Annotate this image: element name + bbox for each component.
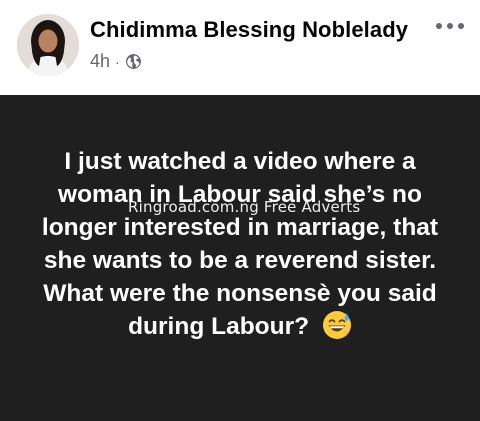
author-name[interactable]: Chidimma Blessing Noblelady (90, 17, 408, 43)
watermark-text: Ringroad.com.ng Free Adverts (128, 198, 361, 216)
meta-separator: · (115, 53, 120, 70)
status-text-block: I just watched a video where a woman in … (30, 145, 450, 343)
post-meta: 4h · (90, 51, 142, 72)
status-background: I just watched a video where a woman in … (0, 95, 480, 421)
more-options-icon[interactable] (436, 18, 464, 34)
post-time[interactable]: 4h (90, 51, 110, 72)
globe-icon[interactable] (125, 53, 142, 70)
status-text: I just watched a video where a woman in … (41, 148, 439, 340)
facebook-post: Chidimma Blessing Noblelady 4h · I just … (0, 0, 480, 421)
grinning-face-with-sweat-icon (322, 310, 352, 340)
avatar[interactable] (17, 14, 79, 76)
post-header: Chidimma Blessing Noblelady 4h · (0, 0, 480, 95)
